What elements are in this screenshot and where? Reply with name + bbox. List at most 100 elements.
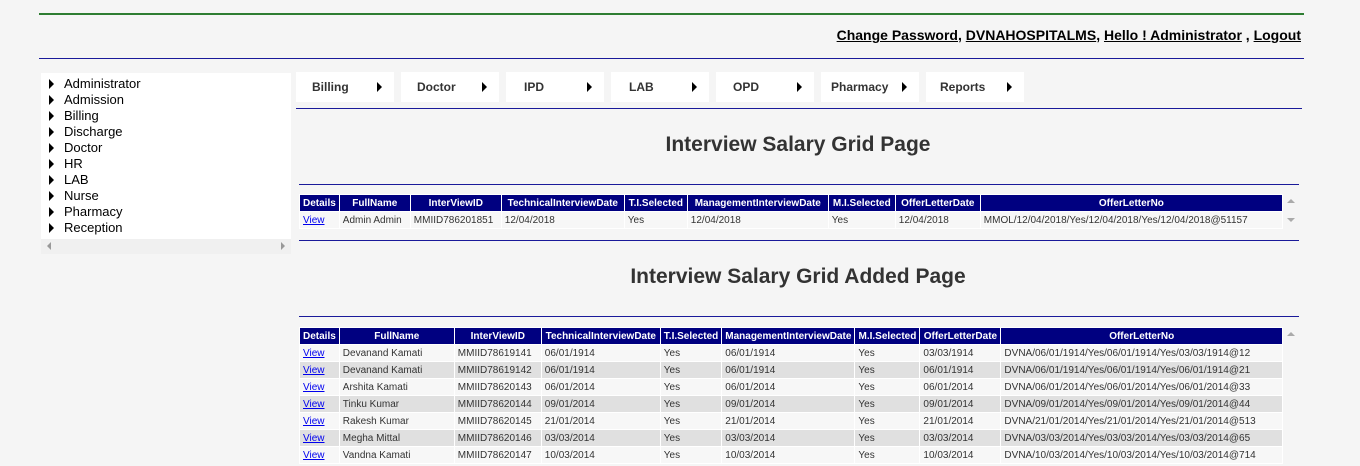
table-cell: MMOL/12/04/2018/Yes/12/04/2018/Yes/12/04… xyxy=(979,211,1284,229)
sidebar-item-label: Pharmacy xyxy=(64,204,123,219)
table-cell: 21/01/2014 xyxy=(919,412,1002,430)
hospital-link[interactable]: DVNAHOSPITALMS xyxy=(966,27,1096,43)
caret-right-icon xyxy=(49,223,54,233)
menu-item-ipd[interactable]: IPD xyxy=(506,72,604,102)
column-header: M.I.Selected xyxy=(827,194,896,212)
table-row: View Devanand Kamati MMIID78619141 06/01/19… xyxy=(299,344,1283,362)
sidebar-item-label: LAB xyxy=(64,172,89,187)
table-row: View Devanand Kamati MMIID78619142 06/01/19… xyxy=(299,361,1283,379)
grid1-title: Interview Salary Grid Page xyxy=(665,133,931,156)
column-header: ManagementInterviewDate xyxy=(721,327,856,345)
view-link[interactable]: View xyxy=(303,215,325,226)
table-cell: Yes xyxy=(659,378,723,396)
scroll-up-icon[interactable] xyxy=(1287,199,1295,203)
scroll-left-icon[interactable] xyxy=(47,242,51,250)
sidebar-item-lab[interactable]: LAB xyxy=(41,172,291,188)
table-row: View Vandna Kamati MMIID78620147 10/03/2014… xyxy=(299,446,1283,464)
grid2-title: Interview Salary Grid Added Page xyxy=(630,265,966,288)
column-header: TechnicalInterviewDate xyxy=(500,194,625,212)
top-divider xyxy=(39,13,1304,15)
table-row: View Admin Admin MMIID786201851 12/04/2018 Y… xyxy=(299,211,1284,229)
table-cell: 09/01/2014 xyxy=(721,395,856,413)
table-cell: Devanand Kamati xyxy=(338,344,455,362)
grid-header-row: Details FullName InterViewID TechnicalInter… xyxy=(299,194,1284,212)
view-link[interactable]: View xyxy=(303,382,325,393)
table-cell: 06/01/1914 xyxy=(919,361,1002,379)
table-cell: MMIID78619142 xyxy=(453,361,542,379)
sidebar-item-doctor[interactable]: Doctor xyxy=(41,140,291,156)
table-cell: MMIID78619141 xyxy=(453,344,542,362)
menu-item-label: Doctor xyxy=(417,80,456,94)
table-cell: Yes xyxy=(659,361,723,379)
view-link[interactable]: View xyxy=(303,399,325,410)
table-cell: Yes xyxy=(854,344,921,362)
caret-right-icon xyxy=(902,82,907,92)
details-cell: View xyxy=(299,446,340,464)
logout-link[interactable]: Logout xyxy=(1254,27,1301,43)
table-cell: Devanand Kamati xyxy=(338,361,455,379)
menu-divider xyxy=(296,108,1302,109)
caret-right-icon xyxy=(49,95,54,105)
menu-item-billing[interactable]: Billing xyxy=(296,72,394,102)
sidebar-item-administrator[interactable]: Administrator xyxy=(41,76,291,92)
table-cell: Yes xyxy=(659,446,723,464)
menu-item-opd[interactable]: OPD xyxy=(716,72,814,102)
sidebar-item-label: Reception xyxy=(64,220,123,235)
scroll-up-icon[interactable] xyxy=(1287,332,1295,336)
interview-salary-added-grid: Details FullName InterViewID TechnicalInter… xyxy=(299,327,1283,464)
menu-item-pharmacy[interactable]: Pharmacy xyxy=(821,72,919,102)
view-link[interactable]: View xyxy=(303,365,325,376)
header-links: Change Password, DVNAHOSPITALMS, Hello !… xyxy=(836,27,1301,43)
caret-right-icon xyxy=(49,191,54,201)
table-cell: 21/01/2014 xyxy=(721,412,856,430)
table-cell: 10/03/2014 xyxy=(919,446,1002,464)
sidebar-item-admission[interactable]: Admission xyxy=(41,92,291,108)
sidebar-horizontal-scrollbar[interactable] xyxy=(41,239,291,254)
menu-item-lab[interactable]: LAB xyxy=(611,72,709,102)
interview-salary-grid: Details FullName InterViewID TechnicalInter… xyxy=(299,194,1284,229)
view-link[interactable]: View xyxy=(303,450,325,461)
menu-item-label: Billing xyxy=(312,80,349,94)
details-cell: View xyxy=(299,344,340,362)
column-header: FullName xyxy=(338,194,411,212)
table-cell: 06/01/2014 xyxy=(919,378,1002,396)
caret-right-icon xyxy=(587,82,592,92)
table-cell: Yes xyxy=(659,395,723,413)
table-cell: Tinku Kumar xyxy=(338,395,455,413)
table-cell: DVNA/21/01/2014/Yes/21/01/2014/Yes/21/01… xyxy=(1000,412,1283,430)
column-header: M.I.Selected xyxy=(854,327,921,345)
grid1-top-divider xyxy=(299,184,1299,185)
sidebar: Administrator Admission Billing Discharg… xyxy=(41,73,291,239)
view-link[interactable]: View xyxy=(303,416,325,427)
table-cell: DVNA/06/01/1914/Yes/06/01/1914/Yes/03/03… xyxy=(1000,344,1283,362)
table-cell: MMIID78620144 xyxy=(453,395,542,413)
column-header: OfferLetterDate xyxy=(919,327,1002,345)
grid1-vertical-scrollbar[interactable] xyxy=(1284,194,1298,228)
menu-item-reports[interactable]: Reports xyxy=(926,72,1024,102)
caret-right-icon xyxy=(49,127,54,137)
table-cell: 06/01/1914 xyxy=(540,361,661,379)
change-password-link[interactable]: Change Password xyxy=(837,27,958,43)
sidebar-item-reception[interactable]: Reception xyxy=(41,220,291,236)
column-header: Details xyxy=(299,327,340,345)
table-cell: MMIID78620146 xyxy=(453,429,542,447)
grid2-vertical-scrollbar[interactable] xyxy=(1284,327,1298,466)
column-header: T.I.Selected xyxy=(659,327,723,345)
table-cell: 03/03/2014 xyxy=(919,429,1002,447)
sidebar-item-hr[interactable]: HR xyxy=(41,156,291,172)
menu-item-label: IPD xyxy=(524,80,545,94)
sidebar-item-label: Administrator xyxy=(64,76,141,91)
sidebar-item-billing[interactable]: Billing xyxy=(41,108,291,124)
sidebar-item-pharmacy[interactable]: Pharmacy xyxy=(41,204,291,220)
scroll-right-icon[interactable] xyxy=(281,242,285,250)
column-header: ManagementInterviewDate xyxy=(686,194,829,212)
greeting-link[interactable]: Hello ! Administrator xyxy=(1104,27,1242,43)
view-link[interactable]: View xyxy=(303,348,325,359)
table-cell: 06/01/1914 xyxy=(721,344,856,362)
sidebar-item-discharge[interactable]: Discharge xyxy=(41,124,291,140)
sidebar-item-nurse[interactable]: Nurse xyxy=(41,188,291,204)
view-link[interactable]: View xyxy=(303,433,325,444)
menu-item-label: Pharmacy xyxy=(831,80,889,94)
scroll-down-icon[interactable] xyxy=(1287,218,1295,222)
menu-item-doctor[interactable]: Doctor xyxy=(401,72,499,102)
